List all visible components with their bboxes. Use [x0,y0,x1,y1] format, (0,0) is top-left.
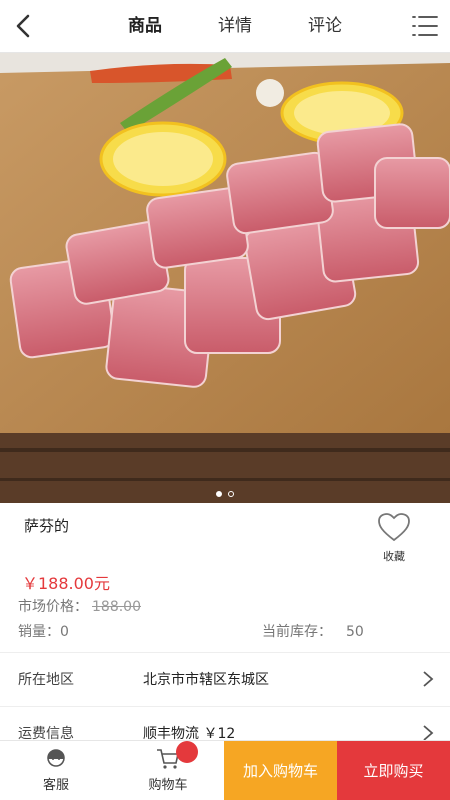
customer-service-label: 客服 [42,778,69,793]
cart-label: 购物车 [148,778,188,793]
add-to-cart-button[interactable]: 加入购物车 [224,741,337,800]
product-price: ￥188.00元 [22,574,110,593]
product-image-carousel[interactable] [0,53,450,503]
carousel-dot[interactable] [228,491,234,497]
top-nav-bar: 商品 详情 评论 [0,0,450,53]
carousel-dot[interactable] [216,491,222,497]
tab-product[interactable]: 商品 [100,0,190,53]
product-photo [0,53,450,503]
buy-now-button[interactable]: 立即购买 [337,741,450,800]
region-value: 北京市市辖区东城区 [143,672,269,688]
customer-service-icon [47,749,65,767]
carousel-dots [0,491,450,497]
stock-count: 当前库存： 50 [262,621,364,641]
customer-service-button[interactable]: 客服 [0,741,112,800]
sales-label: 销量： [18,624,60,640]
sales-value: 0 [60,624,69,640]
heart-icon [378,513,410,542]
sales-count: 销量：0 [18,621,69,641]
product-title: 萨芬的 [24,517,70,535]
tab-reviews[interactable]: 评论 [280,0,370,53]
menu-icon[interactable] [412,14,438,38]
region-row[interactable]: 所在地区 北京市市辖区东城区 [0,652,450,704]
market-price-value: 188.00 [92,599,141,615]
cart-button[interactable]: 购物车 [112,741,224,800]
bottom-action-bar: 客服 购物车 加入购物车 立即购买 [0,740,450,800]
market-price-label: 市场价格： [18,599,88,615]
chevron-right-icon [423,671,434,687]
market-price: 市场价格： 188.00 [18,596,141,616]
region-label: 所在地区 [18,672,74,688]
tab-details[interactable]: 详情 [190,0,280,53]
stock-value: 50 [346,624,364,640]
favorite-label: 收藏 [383,550,405,563]
tab-bar: 商品 详情 评论 [100,0,370,53]
stock-label: 当前库存： [262,624,332,640]
cart-badge [176,741,198,763]
favorite-button[interactable]: 收藏 [374,512,414,564]
back-arrow-icon[interactable] [10,12,38,40]
